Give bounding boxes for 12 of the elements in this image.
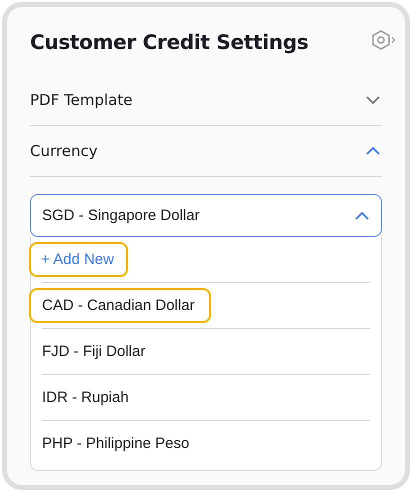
accordion-header[interactable]: PDF Template [30, 75, 382, 126]
currency-option[interactable]: FJD - Fiji Dollar [29, 334, 162, 369]
panel-title: Customer Credit Settings [30, 30, 308, 54]
chevron-up-icon [355, 212, 369, 220]
currency-option[interactable]: PHP - Philippine Peso [29, 426, 206, 461]
chevron-down-icon [366, 96, 380, 104]
accordion-header[interactable]: Currency [30, 126, 382, 177]
add-new-button[interactable]: + Add New [29, 242, 128, 277]
currency-dropdown[interactable]: SGD - Singapore Dollar [30, 194, 382, 237]
currency-option[interactable]: CAD - Canadian Dollar [29, 288, 211, 323]
chevron-up-icon [366, 147, 380, 155]
currency-option[interactable]: IDR - Rupiah [29, 380, 145, 415]
